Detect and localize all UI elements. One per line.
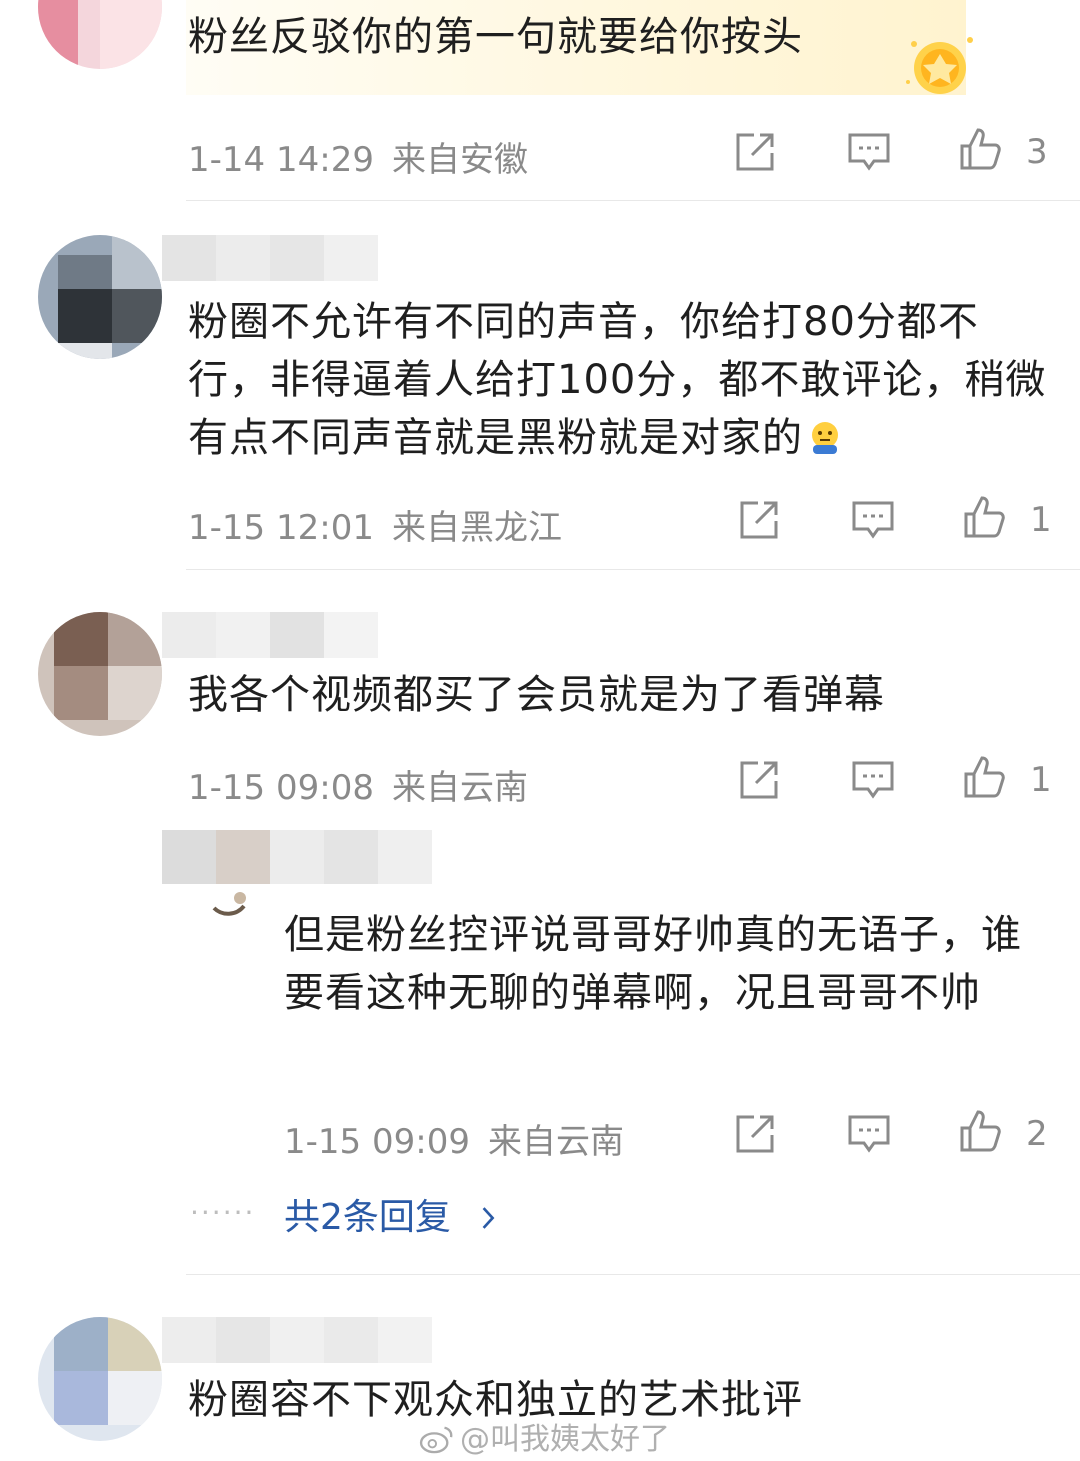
reply-meta: 1-15 09:09 来自云南 <box>284 1114 624 1163</box>
reply: 但是粉丝控评说哥哥好帅真的无语子，谁要看这种无聊的弹幕啊，况且哥哥不帅 1-15… <box>0 828 1080 1248</box>
like-count: 1 <box>1030 760 1052 800</box>
share-icon[interactable] <box>732 1111 778 1157</box>
comment-time: 1-15 09:08 <box>188 768 374 808</box>
weibo-logo-icon <box>419 1426 453 1454</box>
comment-meta: 1-14 14:29 来自安徽 <box>188 132 528 181</box>
username-blurred[interactable] <box>162 235 378 281</box>
chevron-right-icon <box>482 1207 495 1229</box>
reply-text: 但是粉丝控评说哥哥好帅真的无语子，谁要看这种无聊的弹幕啊，况且哥哥不帅 <box>284 912 1022 1016</box>
comment-location: 来自云南 <box>391 768 528 808</box>
avatar[interactable] <box>38 1317 162 1441</box>
share-icon[interactable] <box>736 497 782 543</box>
view-replies-link[interactable]: 共2条回复 <box>284 1188 498 1240</box>
avatar[interactable] <box>38 0 162 69</box>
comment-icon[interactable] <box>850 757 896 803</box>
comment-time: 1-15 12:01 <box>188 508 374 548</box>
share-icon[interactable] <box>736 757 782 803</box>
comment-text: 我各个视频都买了会员就是为了看弹幕 <box>188 672 885 718</box>
comment-2: 粉圈不允许有不同的声音，你给打80分都不行，非得逼着人给打100分，都不敢评论，… <box>0 200 1080 570</box>
like-count: 1 <box>1030 500 1052 540</box>
like-count: 2 <box>1026 1114 1048 1154</box>
share-icon[interactable] <box>732 129 778 175</box>
avatar[interactable] <box>38 612 162 736</box>
username-blurred[interactable] <box>162 612 378 658</box>
medal-badge-icon <box>906 37 973 94</box>
comment-location: 来自黑龙江 <box>391 508 562 548</box>
reply-avatar-fragment-icon <box>212 892 246 916</box>
username-blurred[interactable] <box>162 1317 432 1363</box>
avatar[interactable] <box>38 235 162 359</box>
dots-separator: ······ <box>190 1196 256 1229</box>
comment-meta: 1-15 12:01 来自黑龙江 <box>188 500 562 549</box>
reply-time: 1-15 09:09 <box>284 1122 470 1162</box>
comment-text: 粉圈不允许有不同的声音，你给打80分都不行，非得逼着人给打100分，都不敢评论，… <box>188 299 1047 461</box>
comment-icon[interactable] <box>846 129 892 175</box>
like-icon[interactable] <box>962 494 1008 540</box>
comment-time: 1-14 14:29 <box>188 140 374 180</box>
reply-location: 来自云南 <box>487 1122 624 1162</box>
comment-icon[interactable] <box>850 497 896 543</box>
like-icon[interactable] <box>958 1108 1004 1154</box>
like-count: 3 <box>1026 132 1048 172</box>
like-icon[interactable] <box>958 126 1004 172</box>
comment-text: 粉丝反驳你的第一句就要给你按头 <box>188 14 803 60</box>
like-icon[interactable] <box>962 754 1008 800</box>
comment-3: 我各个视频都买了会员就是为了看弹幕 1-15 09:08 来自云南 1 但是粉丝控… <box>0 570 1080 1275</box>
reply-avatar-username-blurred[interactable] <box>162 830 432 884</box>
emoji-sweat-icon <box>812 422 838 454</box>
comment-meta: 1-15 09:08 来自云南 <box>188 760 528 809</box>
watermark: @叫我姨太好了 <box>418 1414 670 1458</box>
comment-1: 粉丝反驳你的第一句就要给你按头 1-14 14:29 来自安徽 3 <box>0 0 1080 200</box>
comment-location: 来自安徽 <box>391 140 528 180</box>
comment-icon[interactable] <box>846 1111 892 1157</box>
